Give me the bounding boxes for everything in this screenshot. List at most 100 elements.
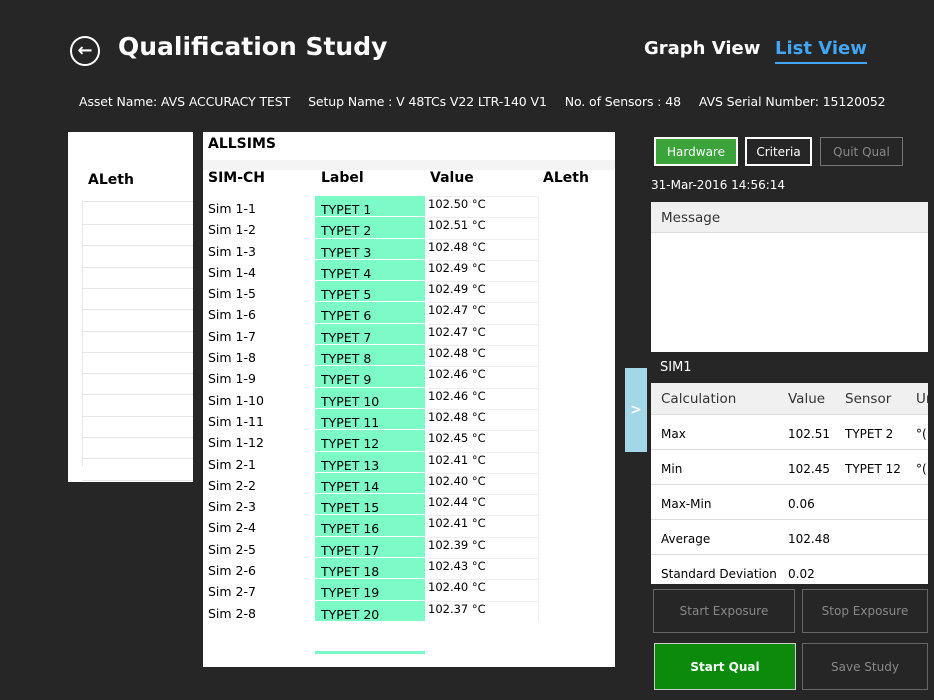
sensor-value: 102.51 °C: [428, 218, 486, 233]
left-group-panel: ALeth: [68, 132, 193, 482]
sensor-label: TYPET 11: [315, 408, 425, 431]
table-row[interactable]: Sim 2-3 TYPET 15 102.44 °C: [203, 494, 615, 516]
sensor-label: TYPET 8: [315, 345, 425, 367]
divider: [538, 451, 539, 473]
calc-value: 102.51: [788, 427, 830, 441]
table-row[interactable]: Sim 1-10 TYPET 10 102.46 °C: [203, 387, 615, 409]
divider: [82, 458, 193, 460]
table-row[interactable]: Sim 2-1 TYPET 13 102.41 °C: [203, 451, 615, 473]
divider: [428, 345, 538, 347]
sim-channel: Sim 1-7: [208, 328, 256, 344]
divider: [538, 558, 539, 580]
divider: [82, 202, 83, 466]
divider: [538, 281, 539, 303]
table-row[interactable]: Sim 1-5 TYPET 5 102.49 °C: [203, 281, 615, 303]
serial-number: AVS Serial Number: 15120052: [698, 94, 886, 109]
tab-graph-view[interactable]: Graph View: [644, 38, 760, 59]
sensor-label: TYPET 2: [315, 217, 425, 239]
divider: [428, 217, 538, 219]
sim-channel: Sim 2-3: [208, 499, 256, 515]
sensor-label: TYPET 5: [315, 281, 425, 303]
sensor-label: TYPET 18: [315, 558, 425, 580]
table-row[interactable]: Sim 1-6 TYPET 6 102.47 °C: [203, 302, 615, 324]
sensor-value: 102.48 °C: [428, 346, 486, 361]
table-row[interactable]: Sim 1-4 TYPET 4 102.49 °C: [203, 259, 615, 282]
hardware-button[interactable]: Hardware: [654, 137, 738, 166]
sensor-value: 102.47 °C: [428, 324, 486, 339]
sensor-label: TYPET 6: [315, 302, 425, 324]
calc-sensor: TYPET 12: [845, 462, 901, 476]
collapse-panel-tab[interactable]: >: [625, 368, 647, 452]
table-row[interactable]: Sim 1-8 TYPET 8 102.48 °C: [203, 345, 615, 367]
sensor-label: TYPET 13: [315, 451, 425, 473]
divider: [82, 287, 193, 289]
table-row[interactable]: Sim 2-6 TYPET 18 102.43 °C: [203, 558, 615, 580]
sim-channel: Sim 1-8: [208, 350, 256, 366]
sensor-value: 102.49 °C: [428, 282, 486, 297]
calc-unit: °(: [916, 427, 927, 441]
message-panel: Message: [651, 202, 928, 352]
divider: [538, 536, 539, 559]
sim-channel: Sim 1-3: [208, 243, 256, 259]
sensor-value: 102.48 °C: [428, 409, 486, 424]
divider: [428, 196, 538, 197]
save-study-button[interactable]: Save Study: [802, 643, 928, 690]
divider: [82, 415, 193, 417]
criteria-button[interactable]: Criteria: [745, 137, 812, 166]
divider: [538, 302, 539, 324]
back-arrow-icon[interactable]: ←: [70, 36, 100, 66]
calc-value: 0.02: [788, 567, 815, 581]
sim-channel: Sim 1-11: [208, 413, 264, 429]
calc-row: Standard Deviation 0.02: [651, 555, 928, 584]
table-row[interactable]: Sim 2-2 TYPET 14 102.40 °C: [203, 472, 615, 495]
table-row[interactable]: Sim 1-7 TYPET 7 102.47 °C: [203, 323, 615, 346]
sim-channel: Sim 1-10: [208, 392, 264, 408]
sensor-value: 102.50 °C: [428, 197, 486, 211]
table-row[interactable]: Sim 1-12 TYPET 12 102.45 °C: [203, 430, 615, 452]
sim-channel: Sim 2-1: [208, 456, 256, 472]
sensor-label: TYPET 12: [315, 430, 425, 452]
calc-col-unit: Ur: [916, 391, 928, 407]
calc-sensor: TYPET 2: [845, 427, 894, 441]
column-header-value: Value: [430, 170, 474, 186]
table-row[interactable]: Sim 1-11 TYPET 11 102.48 °C: [203, 408, 615, 431]
divider: [82, 373, 193, 375]
divider: [82, 394, 193, 396]
calc-name: Average: [661, 532, 711, 546]
sensor-label: TYPET 14: [315, 472, 425, 495]
table-row[interactable]: Sim 2-7 TYPET 19 102.40 °C: [203, 579, 615, 601]
sim-channel: Sim 2-2: [208, 477, 256, 493]
table-row[interactable]: Sim 1-3 TYPET 3 102.48 °C: [203, 238, 615, 260]
sensor-value: 102.48 °C: [428, 239, 486, 254]
divider: [428, 558, 538, 560]
sensor-label: TYPET 4: [315, 259, 425, 282]
table-row[interactable]: Sim 1-2 TYPET 2 102.51 °C: [203, 217, 615, 239]
divider: [428, 238, 538, 240]
sensor-count: No. of Sensors : 48: [564, 94, 681, 109]
table-row[interactable]: Sim 2-4 TYPET 16 102.41 °C: [203, 515, 615, 537]
divider: [428, 472, 538, 474]
table-row[interactable]: Sim 1-1 TYPET 1 102.50 °C: [203, 196, 615, 218]
sim-channel: Sim 2-6: [208, 563, 256, 579]
divider: [538, 196, 539, 218]
sensor-label: TYPET 16: [315, 515, 425, 537]
divider: [428, 408, 538, 410]
start-exposure-button[interactable]: Start Exposure: [653, 589, 795, 633]
sensor-value: 102.41 °C: [428, 452, 486, 467]
divider: [428, 515, 538, 517]
sensor-label: TYPET 17: [315, 536, 425, 559]
table-row[interactable]: Sim 1-9 TYPET 9 102.46 °C: [203, 366, 615, 388]
column-header-aleth: ALeth: [543, 170, 589, 186]
divider: [538, 600, 539, 622]
calc-header-row: Calculation Value Sensor Ur: [651, 383, 928, 415]
start-qual-button[interactable]: Start Qual: [654, 643, 796, 690]
tab-list-view[interactable]: List View: [775, 38, 867, 64]
table-row[interactable]: Sim 2-5 TYPET 17 102.39 °C: [203, 536, 615, 559]
calc-unit: °(: [916, 462, 927, 476]
table-row[interactable]: Sim 2-8 TYPET 20 102.37 °C: [203, 600, 615, 622]
sensor-value: 102.39 °C: [428, 537, 486, 552]
timestamp: 31-Mar-2016 14:56:14: [651, 178, 786, 192]
stop-exposure-button[interactable]: Stop Exposure: [802, 589, 928, 633]
sim-channel: Sim 2-7: [208, 584, 256, 600]
quit-qual-button[interactable]: Quit Qual: [820, 137, 903, 166]
